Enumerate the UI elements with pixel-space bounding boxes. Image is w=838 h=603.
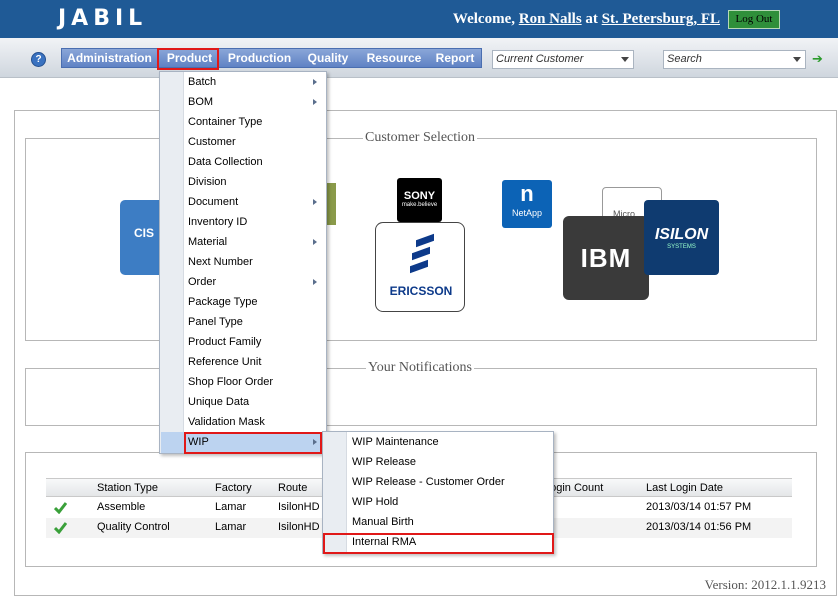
menu-item-inventory-id[interactable]: Inventory ID — [188, 212, 247, 232]
ericsson-logo[interactable]: ERICSSON — [375, 222, 465, 312]
app-header: JABIL Welcome, Ron Nalls at St. Petersbu… — [0, 0, 838, 38]
submenu-arrow-icon — [313, 279, 317, 285]
product-dropdown-menu: Batch BOM Container Type Customer Data Colle… — [159, 71, 327, 454]
jabil-logo: JABIL — [58, 6, 148, 31]
station-type: Assemble — [97, 501, 146, 513]
submenu-item-manual-birth[interactable]: Manual Birth — [352, 512, 414, 532]
factory: Lamar — [215, 521, 247, 533]
netapp-text: NetApp — [511, 208, 543, 218]
nav-bar: ? Administration Product Production Qual… — [0, 38, 838, 78]
col-factory[interactable]: Factory — [215, 479, 252, 498]
welcome-text: Welcome, Ron Nalls at St. Petersburg, FL — [453, 11, 720, 28]
menu-item-batch[interactable]: Batch — [188, 72, 216, 92]
last-login: 2013/03/14 01:57 PM — [646, 501, 752, 513]
user-link[interactable]: Ron Nalls — [519, 11, 582, 27]
menu-icon-strip — [160, 72, 184, 453]
go-arrow-icon[interactable]: ➔ — [812, 51, 823, 67]
menu-item-shop-floor-order[interactable]: Shop Floor Order — [188, 372, 273, 392]
logout-button[interactable]: Log Out — [728, 10, 780, 29]
last-login: 2013/03/14 01:56 PM — [646, 521, 752, 533]
search-input[interactable]: Search — [663, 50, 806, 69]
cisco-logo[interactable]: CIS — [120, 200, 160, 275]
menu-item-order[interactable]: Order — [188, 272, 216, 292]
ericsson-symbol-icon — [410, 233, 434, 274]
main-menu: Administration Product Production Qualit… — [61, 48, 482, 68]
submenu-arrow-icon — [313, 199, 317, 205]
version-label: Version: 2012.1.1.9213 — [704, 577, 826, 592]
isilon-tagline: SYSTEMS — [667, 244, 696, 250]
menu-item-material[interactable]: Material — [188, 232, 227, 252]
location-link[interactable]: St. Petersburg, FL — [602, 11, 720, 27]
submenu-arrow-icon — [313, 99, 317, 105]
menu-item-package-type[interactable]: Package Type — [188, 292, 258, 312]
ericsson-text: ERICSSON — [389, 284, 453, 298]
menu-quality[interactable]: Quality — [297, 49, 359, 67]
search-placeholder: Search — [667, 53, 702, 65]
chevron-down-icon — [621, 57, 629, 62]
ibm-logo[interactable]: IBM — [563, 216, 649, 300]
menu-resource[interactable]: Resource — [359, 49, 429, 67]
help-icon[interactable]: ? — [31, 52, 46, 67]
notifications-panel — [25, 368, 817, 426]
submenu-arrow-icon — [313, 79, 317, 85]
route: IsilonHD — [278, 501, 320, 513]
col-last-login[interactable]: Last Login Date — [646, 479, 723, 498]
at-label: at — [585, 11, 598, 27]
submenu-item-wip-release-customer-order[interactable]: WIP Release - Customer Order — [352, 472, 505, 492]
menu-item-validation-mask[interactable]: Validation Mask — [188, 412, 265, 432]
menu-report[interactable]: Report — [429, 49, 481, 67]
menu-item-next-number[interactable]: Next Number — [188, 252, 253, 272]
factory: Lamar — [215, 501, 247, 513]
submenu-item-wip-hold[interactable]: WIP Hold — [352, 492, 398, 512]
customer-select[interactable]: Current Customer — [492, 50, 634, 69]
netapp-symbol-icon: n — [520, 181, 534, 206]
menu-item-panel-type[interactable]: Panel Type — [188, 312, 243, 332]
isilon-text: ISILON — [654, 226, 709, 243]
menu-administration[interactable]: Administration — [62, 49, 157, 67]
customer-select-value: Current Customer — [496, 53, 584, 65]
welcome-label: Welcome, — [452, 11, 515, 27]
menu-item-division[interactable]: Division — [188, 172, 227, 192]
col-station-type[interactable]: Station Type — [97, 479, 158, 498]
sony-tagline: make.believe — [401, 202, 438, 208]
wip-highlight — [184, 432, 322, 454]
notifications-legend: Your Notifications — [366, 360, 474, 376]
isilon-logo[interactable]: ISILON SYSTEMS — [644, 200, 719, 275]
product-highlight — [157, 48, 219, 70]
chevron-down-icon — [793, 57, 801, 62]
menu-item-reference-unit[interactable]: Reference Unit — [188, 352, 261, 372]
col-route[interactable]: Route — [278, 479, 307, 498]
check-icon — [54, 522, 67, 534]
submenu-arrow-icon — [313, 239, 317, 245]
sony-logo[interactable]: SONY make.believe — [397, 178, 442, 222]
submenu-item-wip-maintenance[interactable]: WIP Maintenance — [352, 432, 439, 452]
submenu-item-wip-release[interactable]: WIP Release — [352, 452, 416, 472]
internal-rma-highlight — [323, 533, 554, 554]
sony-text: SONY — [403, 190, 436, 202]
customer-selection-legend: Customer Selection — [363, 130, 478, 146]
menu-item-document[interactable]: Document — [188, 192, 238, 212]
menu-item-container-type[interactable]: Container Type — [188, 112, 262, 132]
menu-production[interactable]: Production — [222, 49, 297, 67]
menu-item-data-collection[interactable]: Data Collection — [188, 152, 263, 172]
netapp-logo[interactable]: n NetApp — [502, 180, 552, 228]
menu-item-product-family[interactable]: Product Family — [188, 332, 261, 352]
menu-item-unique-data[interactable]: Unique Data — [188, 392, 249, 412]
check-icon — [54, 502, 67, 514]
cisco-text: CIS — [134, 226, 155, 240]
station-type: Quality Control — [97, 521, 170, 533]
route: IsilonHD — [278, 521, 320, 533]
customer-logo-fragment[interactable] — [326, 183, 336, 225]
menu-item-bom[interactable]: BOM — [188, 92, 213, 112]
menu-item-customer[interactable]: Customer — [188, 132, 236, 152]
